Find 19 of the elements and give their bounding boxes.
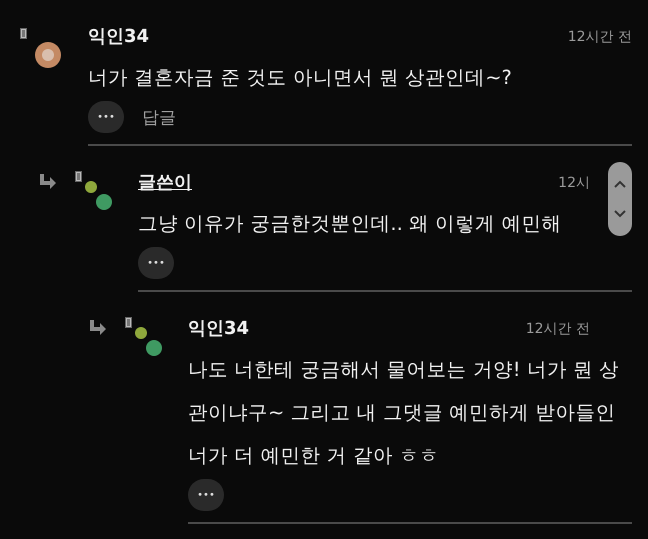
author-name[interactable]: 익인34 xyxy=(88,24,150,50)
badge-icon xyxy=(20,28,27,39)
author-name[interactable]: 글쓴이 xyxy=(138,170,192,196)
more-button[interactable]: ••• xyxy=(188,479,224,511)
more-button[interactable]: ••• xyxy=(138,247,174,279)
comment-text: 나도 너한테 궁금해서 물어보는 거양! 너가 뭔 상관이냐구~ 그리고 내 그댓글 예민하게 받아들인 너가 더 예민한 거 같아 ㅎㅎ xyxy=(188,357,620,469)
reply-arrow-icon xyxy=(38,173,56,189)
scroll-control[interactable] xyxy=(608,162,632,236)
comment-text: 너가 결혼자금 준 것도 아니면서 뭔 상관인데~? xyxy=(88,65,513,91)
comment-text: 그냥 이유가 궁금한것뿐인데.. 왜 이렇게 예민해 xyxy=(138,211,562,237)
reply-button[interactable]: 답글 xyxy=(142,106,176,128)
comment-time: 12시 xyxy=(558,174,591,192)
badge-icon xyxy=(75,171,82,182)
comment-time: 12시간 전 xyxy=(526,320,591,338)
reply-arrow-icon xyxy=(88,319,106,335)
badge-icon xyxy=(125,317,132,328)
more-button[interactable]: ••• xyxy=(88,101,124,133)
comment-time: 12시간 전 xyxy=(568,28,632,46)
author-name[interactable]: 익인34 xyxy=(188,316,250,342)
